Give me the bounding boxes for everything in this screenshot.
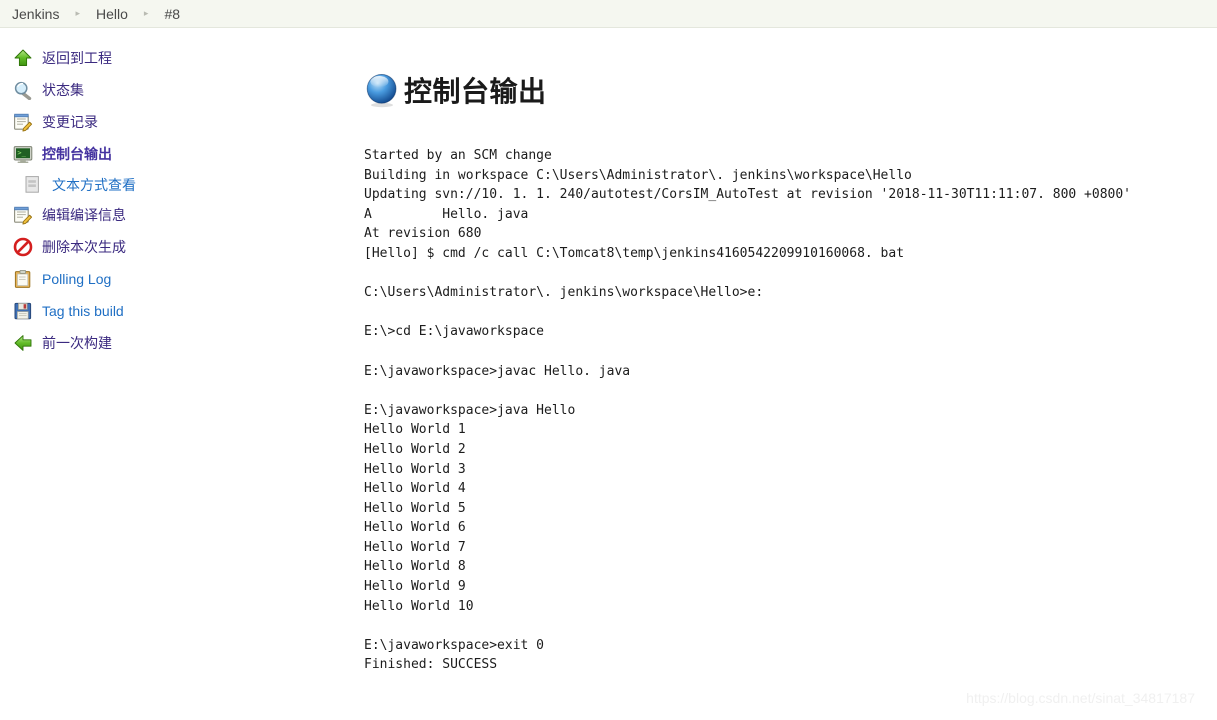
- sidebar-item-console-output[interactable]: >_ 控制台输出: [0, 138, 360, 170]
- magnifier-icon: [14, 81, 32, 100]
- sidebar-item-delete-build[interactable]: 删除本次生成: [0, 231, 360, 263]
- main-content: 控制台输出 Started by an SCM change Building …: [360, 28, 1217, 675]
- document-icon: [25, 176, 39, 193]
- sidebar: 返回到工程 状态集 变更记录 >_ 控制台输出 文本方式查看 编辑编译信息 删除…: [0, 28, 360, 359]
- sidebar-item-label: 状态集: [42, 82, 84, 98]
- breadcrumb-item-hello[interactable]: Hello: [94, 6, 130, 22]
- sidebar-item-label: 文本方式查看: [52, 176, 136, 193]
- sidebar-item-status[interactable]: 状态集: [0, 74, 360, 106]
- breadcrumb: Jenkins ▸ Hello ▸ #8: [0, 0, 1217, 28]
- sidebar-item-edit-build-information[interactable]: 编辑编译信息: [0, 199, 360, 231]
- sidebar-item-previous-build[interactable]: 前一次构建: [0, 327, 360, 359]
- sidebar-item-label: 变更记录: [42, 114, 98, 130]
- svg-text:>_: >_: [17, 149, 26, 157]
- left-arrow-icon: [14, 335, 32, 351]
- sidebar-item-tag-this-build[interactable]: Tag this build: [0, 295, 360, 327]
- watermark: https://blog.csdn.net/sinat_34817187: [966, 690, 1195, 706]
- console-output-text: Started by an SCM change Building in wor…: [364, 148, 1132, 673]
- sidebar-item-label: Tag this build: [42, 303, 124, 319]
- sidebar-item-changes[interactable]: 变更记录: [0, 106, 360, 138]
- sidebar-item-label: 返回到工程: [42, 50, 112, 66]
- sidebar-item-label: 编辑编译信息: [42, 207, 126, 223]
- breadcrumb-item-jenkins[interactable]: Jenkins: [10, 6, 61, 22]
- breadcrumb-separator-icon: ▸: [143, 8, 149, 18]
- sidebar-item-label: 删除本次生成: [42, 239, 126, 255]
- notepad-edit-icon: [14, 206, 33, 225]
- sidebar-item-view-as-plain-text[interactable]: 文本方式查看: [0, 170, 360, 199]
- sidebar-item-back-to-project[interactable]: 返回到工程: [0, 42, 360, 74]
- breadcrumb-item-build-number[interactable]: #8: [162, 6, 182, 22]
- no-entry-icon: [13, 237, 33, 257]
- clipboard-icon: [14, 269, 31, 288]
- page-body: 返回到工程 状态集 变更记录 >_ 控制台输出 文本方式查看 编辑编译信息 删除…: [0, 28, 1217, 675]
- sidebar-item-polling-log[interactable]: Polling Log: [0, 263, 360, 295]
- sidebar-item-label: Polling Log: [42, 271, 112, 287]
- floppy-disk-icon: [14, 302, 32, 320]
- sidebar-item-label: 前一次构建: [42, 335, 112, 351]
- page-title-text: 控制台输出: [404, 76, 547, 107]
- up-arrow-icon: [14, 49, 32, 66]
- breadcrumb-separator-icon: ▸: [75, 8, 80, 18]
- terminal-icon: >_: [13, 146, 33, 163]
- blue-globe-icon: [366, 73, 397, 108]
- page-title: 控制台输出: [364, 70, 1217, 110]
- notepad-edit-icon: [14, 113, 33, 132]
- sidebar-item-label: 控制台输出: [42, 146, 112, 162]
